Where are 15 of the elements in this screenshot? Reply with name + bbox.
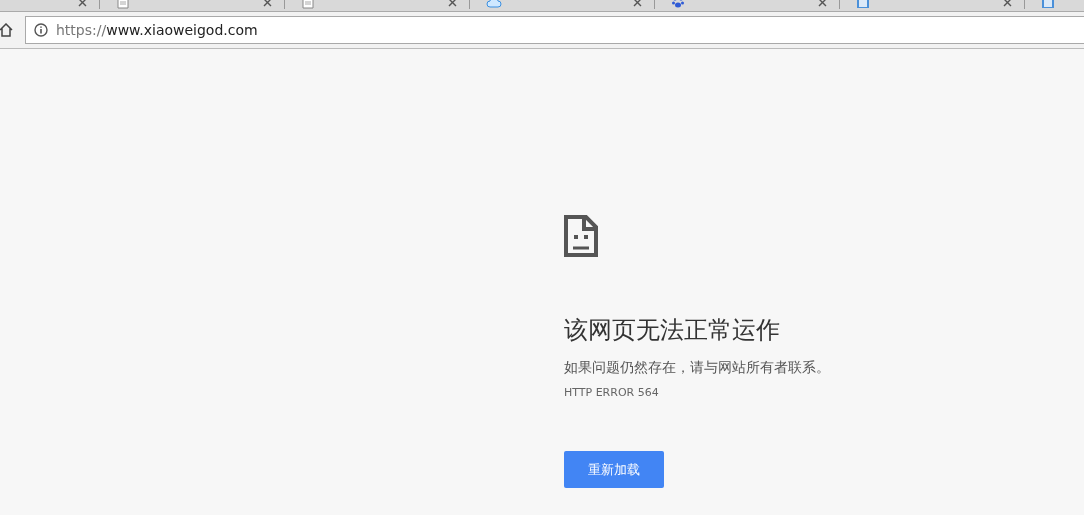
reload-button[interactable]: 重新加载 xyxy=(564,451,664,488)
close-icon[interactable] xyxy=(263,0,272,7)
url-text: https://www.xiaoweigod.com xyxy=(56,22,258,38)
sad-page-icon xyxy=(564,215,598,257)
info-icon[interactable] xyxy=(34,23,48,37)
error-title: 该网页无法正常运作 xyxy=(564,315,781,345)
error-message: 如果问题仍然存在，请与网站所有者联系。 xyxy=(564,359,831,377)
close-icon[interactable] xyxy=(818,0,827,7)
address-field[interactable]: https://www.xiaoweigod.com xyxy=(25,16,1084,44)
close-icon[interactable] xyxy=(78,0,87,7)
error-code: HTTP ERROR 564 xyxy=(564,386,660,399)
home-icon[interactable] xyxy=(0,23,13,37)
close-icon[interactable] xyxy=(448,0,457,7)
close-icon[interactable] xyxy=(1003,0,1012,7)
close-icon[interactable] xyxy=(633,0,642,7)
